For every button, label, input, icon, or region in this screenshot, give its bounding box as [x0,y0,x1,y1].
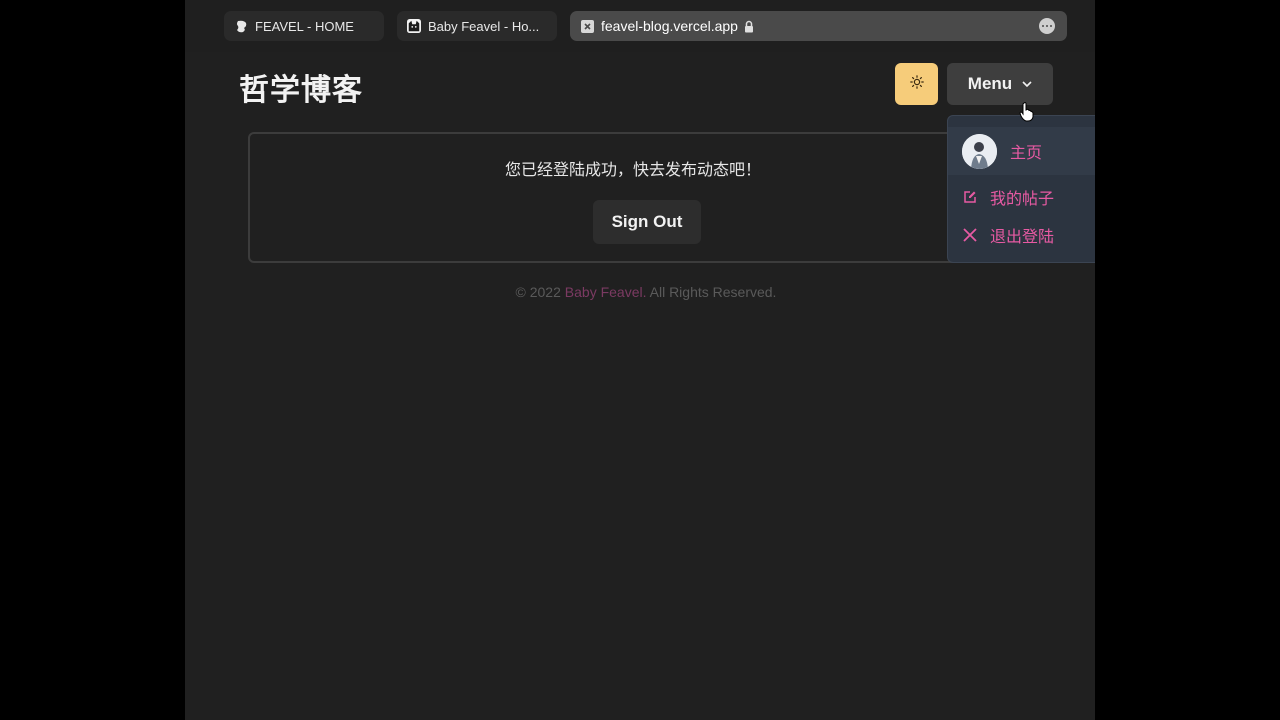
close-icon [962,227,978,243]
login-success-message: 您已经登陆成功，快去发布动态吧！ [504,160,761,179]
tab-bar: FEAVEL - HOME Baby Feavel - Ho... feavel… [185,0,1095,52]
dropdown-item-label: 主页 [1010,143,1043,162]
edit-icon [962,189,978,205]
dropdown-item-label: 我的帖子 [990,189,1055,208]
tab-label: FEAVEL - HOME [255,18,354,34]
sun-icon [909,74,924,94]
feavel-logo-icon [234,19,248,33]
avatar [962,133,997,169]
footer-suffix: All Rights Reserved. [646,284,777,300]
dropdown-item-logout[interactable]: 退出登陆 [948,219,1095,251]
browser-window: FEAVEL - HOME Baby Feavel - Ho... feavel… [185,0,1095,720]
more-icon[interactable] [1039,18,1055,34]
theme-toggle-button[interactable] [895,63,938,105]
tab-feavel-home[interactable]: FEAVEL - HOME [224,11,384,41]
tab-baby-feavel[interactable]: Baby Feavel - Ho... [397,11,557,41]
dropdown-item-my-posts[interactable]: 我的帖子 [948,181,1095,213]
chevron-down-icon [1022,81,1032,87]
tab-label: Baby Feavel - Ho... [428,18,540,34]
site-favicon-icon [580,19,594,33]
dropdown-item-home[interactable]: 主页 [948,127,1095,175]
status-card: 您已经登陆成功，快去发布动态吧！ Sign Out [248,132,1018,263]
menu-dropdown: 主页 我的帖子 退出登陆 [947,115,1095,263]
footer-prefix: © 2022 [515,284,565,300]
site-title[interactable]: 哲学博客 [239,65,363,109]
footer: © 2022 Baby Feavel. All Rights Reserved. [185,284,1095,300]
menu-label: Menu [967,74,1013,93]
address-bar[interactable]: feavel-blog.vercel.app [570,11,1067,41]
menu-button[interactable]: Menu [947,63,1053,105]
footer-brand-link[interactable]: Baby Feavel. [565,284,647,300]
address-url: feavel-blog.vercel.app [601,18,738,34]
hand-cursor-icon [1019,102,1035,127]
page-content: 哲学博客 Menu 您已经登陆成功，快去发布动态吧！ Sign Out © 20… [185,52,1095,720]
sign-out-button[interactable]: Sign Out [593,200,701,244]
dropdown-item-label: 退出登陆 [990,227,1055,246]
lock-icon [744,20,754,33]
cat-icon [407,19,421,33]
